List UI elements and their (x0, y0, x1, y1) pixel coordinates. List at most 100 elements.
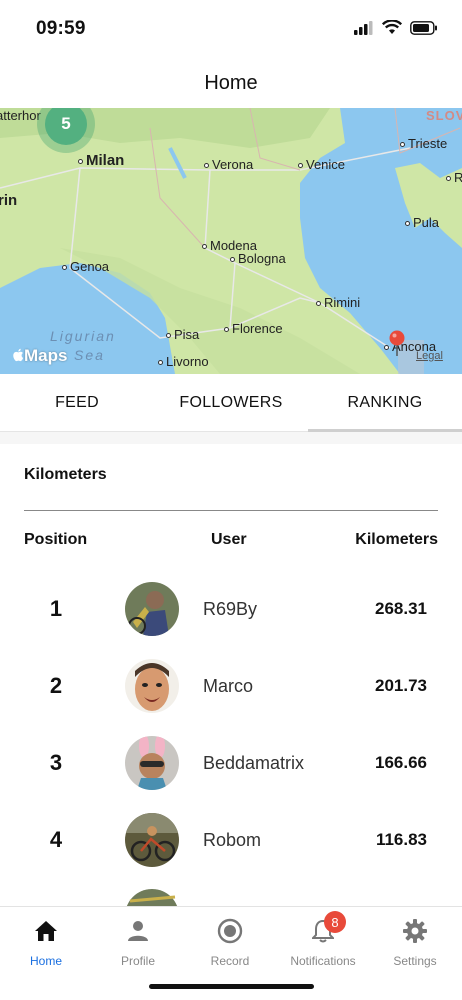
city-dot-icon (62, 265, 67, 271)
city-dot-icon (204, 163, 209, 169)
tabbar-settings[interactable]: Settings (369, 917, 461, 968)
tabbar-home[interactable]: Home (0, 917, 92, 968)
avatar[interactable] (125, 582, 179, 636)
map-label-rimini: Rimini (316, 295, 360, 310)
tabbar-profile[interactable]: Profile (92, 917, 184, 968)
column-header-kilometers: Kilometers (355, 531, 438, 548)
city-name: Bologna (238, 251, 286, 266)
map-label-milan: Milan (78, 152, 124, 169)
sea-label-line2: Sea (74, 347, 105, 363)
kilometers-value: 116.83 (375, 830, 427, 849)
tabbar-label: Profile (120, 954, 155, 968)
status-time: 09:59 (36, 18, 86, 39)
city-dot-icon (166, 333, 171, 339)
map-label-bologna: Bologna (230, 251, 286, 266)
city-name: Genoa (70, 259, 110, 274)
map-label-genoa: Genoa (62, 259, 109, 274)
kilometers-value: 201.73 (375, 676, 427, 695)
tab-followers[interactable]: FOLLOWERS (154, 374, 308, 431)
cluster-count: 5 (45, 108, 87, 145)
map-view[interactable]: atterhor SLOV 5 Milan Verona Venice Trie… (0, 108, 462, 374)
map-label-venice: Venice (298, 157, 345, 172)
person-icon (128, 921, 148, 941)
user-name[interactable]: Robom (203, 830, 261, 851)
map-label-pisa: Pisa (166, 327, 199, 342)
city-name: Rimini (324, 295, 361, 310)
map-label-zermatt: atterhor (0, 108, 41, 123)
tabbar-label: Record (210, 954, 250, 968)
tabbar-label: Home (29, 954, 62, 968)
city-name: Venice (306, 157, 346, 172)
ranking-row[interactable]: 3 Beddamatrix 166.66 (0, 724, 462, 801)
avatar[interactable] (125, 659, 179, 713)
column-header-position: Position (24, 531, 88, 548)
city-dot-icon (78, 158, 83, 164)
tabbar-label: Notifications (290, 954, 356, 968)
apple-icon (13, 348, 24, 362)
maps-logo-text: Maps (24, 346, 68, 365)
kilometers-value: 268.31 (375, 599, 427, 618)
home-indicator (149, 984, 314, 989)
rank-position: 4 (49, 827, 63, 852)
map-label-verona: Verona (204, 157, 253, 172)
avatar[interactable] (125, 736, 179, 790)
section-gap (0, 432, 462, 444)
apple-maps-logo: Maps (12, 346, 67, 366)
tab-feed[interactable]: FEED (0, 374, 154, 431)
record-icon (217, 918, 243, 944)
tabbar-label: Settings (393, 954, 437, 968)
city-name: Milan (86, 152, 125, 169)
legal-link[interactable]: Legal (416, 350, 443, 362)
map-pin-icon[interactable] (388, 330, 406, 356)
tabbar-notifications[interactable]: 8 Notifications (277, 911, 369, 968)
city-name: Pisa (174, 327, 200, 342)
ranking-row[interactable]: 1 R69By 268.31 (0, 570, 462, 647)
user-name[interactable]: R69By (203, 599, 257, 620)
city-dot-icon (316, 301, 321, 307)
city-dot-icon (230, 257, 235, 263)
city-name: Trieste (408, 136, 448, 151)
status-icons (354, 20, 438, 35)
city-dot-icon (298, 163, 303, 169)
ranking-row[interactable]: 4 Robom 116.83 (0, 801, 462, 878)
map-label-livorno: Livorno (158, 354, 209, 369)
page-title: Home (204, 71, 258, 94)
map-label-pula: Pula (405, 215, 439, 230)
user-name[interactable]: Marco (203, 676, 253, 697)
map-label-country: SLOV (426, 108, 462, 123)
status-bar: 09:59 (0, 0, 462, 58)
tab-ranking[interactable]: RANKING (308, 374, 462, 432)
user-name[interactable]: Beddamatrix (203, 753, 304, 774)
map-label-trieste: Trieste (400, 136, 447, 151)
notification-badge: 8 (324, 911, 346, 933)
gear-icon (403, 919, 427, 943)
avatar[interactable] (125, 813, 179, 867)
city-dot-icon (405, 221, 410, 227)
wifi-icon (382, 20, 402, 34)
city-dot-icon (446, 176, 451, 182)
tabbar-record[interactable]: Record (184, 917, 276, 968)
city-name: Livorno (166, 354, 209, 369)
city-dot-icon (224, 327, 229, 333)
map-label-r-edge: R (446, 170, 462, 185)
home-icon (35, 921, 57, 941)
city-name: R (454, 170, 462, 185)
rank-position: 1 (49, 596, 63, 621)
rank-position: 3 (49, 750, 63, 775)
nav-header: Home (0, 58, 462, 108)
map-label-florence: Florence (224, 321, 283, 336)
divider (24, 510, 438, 511)
ranking-title: Kilometers (24, 466, 107, 483)
city-name: Pula (413, 215, 440, 230)
city-dot-icon (158, 360, 163, 366)
map-label-turin: rin (0, 192, 18, 209)
battery-icon (410, 20, 437, 35)
ranking-row[interactable]: 2 Marco 201.73 (0, 647, 462, 724)
rank-position: 2 (49, 673, 63, 698)
segment-tabs: FEED FOLLOWERS RANKING (0, 374, 462, 432)
column-header-user: User (211, 531, 247, 548)
city-name: Verona (212, 157, 254, 172)
sea-label-line1: Ligurian (50, 328, 116, 344)
avatar-partial (125, 889, 179, 906)
city-dot-icon (202, 244, 207, 250)
